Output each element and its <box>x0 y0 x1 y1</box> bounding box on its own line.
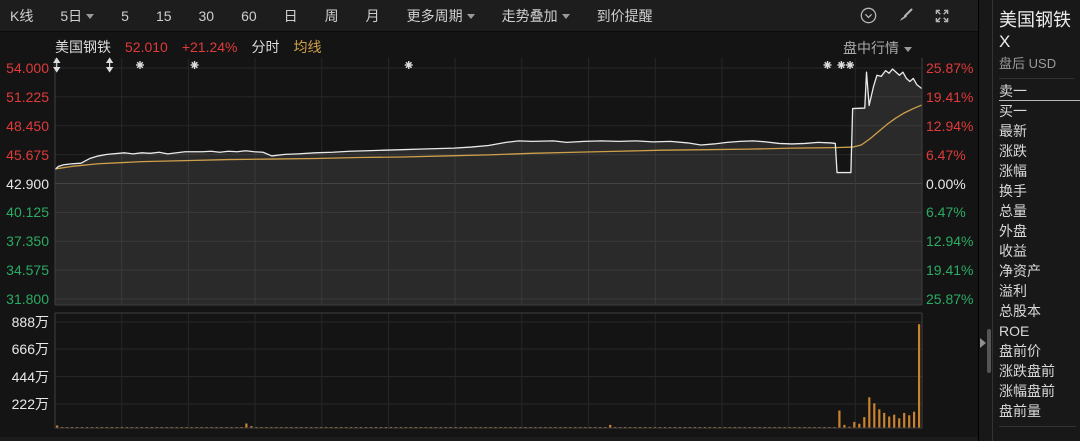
session-view-label: 盘中行情 <box>843 40 899 56</box>
quote-field-label: 外盘 <box>999 223 1027 239</box>
toolbar-item-6[interactable]: 日 <box>284 6 298 26</box>
toolbar-item-label: 走势叠加 <box>501 7 558 24</box>
quote-field-label: 卖一 <box>999 82 1027 99</box>
chevron-down-icon <box>904 46 912 52</box>
quote-field-row-13[interactable]: 盘前价 <box>999 341 1080 361</box>
session-label: 盘后 <box>999 56 1026 71</box>
toolbar-item-label: 月 <box>365 7 380 24</box>
quote-field-row-15[interactable]: 涨幅盘前 <box>999 381 1080 401</box>
sidebar-collapse-arrow-icon[interactable] <box>980 338 986 348</box>
currency-label: USD <box>1028 56 1057 71</box>
toolbar-item-label: 更多周期 <box>406 7 463 24</box>
toolbar-item-0[interactable]: K线 <box>10 6 33 26</box>
divider <box>999 426 1076 427</box>
quote-field-label: 换手 <box>999 183 1027 199</box>
period-tabs: K线 5日 5 15 30 60 日 周 月 更多周期 走势叠加 到价提醒 <box>10 6 653 26</box>
stock-trading-app: 54.000 51.225 48.450 45.675 42.900 40.125 37.3… <box>0 0 1080 441</box>
toolbar-item-9[interactable]: 更多周期 <box>407 6 475 26</box>
chevron-down-icon <box>86 14 95 19</box>
time-axis-strip <box>0 437 978 441</box>
intraday-chart-svg[interactable] <box>0 0 978 441</box>
event-updown-marker-icon[interactable] <box>105 57 114 73</box>
toolbar-item-label: 日 <box>283 7 298 24</box>
legend-last-price: 52.010 <box>125 39 168 55</box>
toolbar-item-label: 60 <box>241 7 257 24</box>
toolbar-item-3[interactable]: 15 <box>156 8 172 24</box>
sidebar-stock-name: 美国钢铁 <box>999 10 1071 30</box>
quote-field-row-4[interactable]: 涨幅 <box>999 161 1080 181</box>
toolbar-item-label: 15 <box>155 7 172 24</box>
quote-field-row-8[interactable]: 收益 <box>999 241 1080 261</box>
toolbar-item-5[interactable]: 60 <box>241 8 257 24</box>
event-star-marker-icon[interactable] <box>837 61 846 69</box>
event-star-marker-icon[interactable] <box>404 61 413 69</box>
quote-field-list: 卖一买一最新涨跌涨幅换手总量外盘收益净资产溢利总股本 ROE 盘前价涨跌盘前涨幅盘前… <box>999 81 1080 421</box>
toolbar-item-2[interactable]: 5 <box>121 8 129 24</box>
quote-field-label: 涨跌盘前 <box>999 363 1055 379</box>
quote-field-row-0[interactable]: 卖一 <box>999 81 1080 101</box>
brush-icon[interactable] <box>897 7 914 24</box>
quote-field-label: 溢利 <box>999 283 1027 299</box>
quote-field-label: 涨幅 <box>999 163 1027 179</box>
quote-field-row-3[interactable]: 涨跌 <box>999 141 1080 161</box>
chevron-down-icon <box>561 14 570 19</box>
chart-panel: 54.000 51.225 48.450 45.675 42.900 40.125 37.3… <box>0 0 978 441</box>
quote-field-row-7[interactable]: 外盘 <box>999 221 1080 241</box>
quote-field-label: 净资产 <box>999 263 1041 279</box>
quote-field-row-9[interactable]: 净资产 <box>999 261 1080 281</box>
quote-field-label: 涨幅盘前 <box>999 383 1055 399</box>
toolbar-item-label: K线 <box>10 7 34 24</box>
chart-legend: 美国钢铁 52.010 +21.24% 分时 均线 <box>55 38 322 56</box>
chevron-down-icon <box>466 14 475 19</box>
quote-field-label: ROE <box>999 323 1030 339</box>
toolbar-item-11[interactable]: 到价提醒 <box>597 6 653 26</box>
quote-field-row-1[interactable]: 买一 <box>999 101 1080 121</box>
quote-field-label: 总股本 <box>999 303 1041 319</box>
chart-toolbar: K线 5日 5 15 30 60 日 周 月 更多周期 走势叠加 到价提醒 <box>0 0 978 32</box>
fullscreen-icon[interactable] <box>934 8 950 24</box>
sidebar-scrollbar[interactable] <box>987 329 991 373</box>
toolbar-item-label: 周 <box>324 7 339 24</box>
sidebar-session-currency: 盘后 USD <box>999 55 1080 73</box>
quote-field-row-14[interactable]: 涨跌盘前 <box>999 361 1080 381</box>
toolbar-item-label: 到价提醒 <box>596 7 653 24</box>
sidebar-ticker-symbol: X <box>999 32 1011 51</box>
toolbar-item-4[interactable]: 30 <box>199 8 215 24</box>
legend-ma-label: 均线 <box>293 39 322 55</box>
quote-field-row-16[interactable]: 盘前量 <box>999 401 1080 421</box>
quote-field-row-6[interactable]: 总量 <box>999 201 1080 221</box>
event-star-marker-icon[interactable] <box>135 61 144 69</box>
legend-stock-name: 美国钢铁 <box>55 39 111 55</box>
session-view-dropdown[interactable]: 盘中行情 <box>843 38 912 58</box>
toolbar-item-7[interactable]: 周 <box>325 6 339 26</box>
notify-circle-icon[interactable] <box>860 7 877 24</box>
toolbar-item-1[interactable]: 5日 <box>60 6 95 26</box>
toolbar-item-8[interactable]: 月 <box>366 6 380 26</box>
quote-field-label: 收益 <box>999 243 1027 259</box>
quote-field-row-2[interactable]: 最新 <box>999 121 1080 141</box>
quote-field-row-10[interactable]: 溢利 <box>999 281 1080 301</box>
quote-field-label: 最新 <box>999 123 1027 139</box>
toolbar-item-label: 5日 <box>60 7 83 24</box>
quote-field-label: 总量 <box>999 203 1027 219</box>
divider <box>999 78 1074 79</box>
quote-field-label: 买一 <box>999 103 1027 119</box>
toolbar-item-label: 5 <box>121 7 129 24</box>
quote-field-row-5[interactable]: 换手 <box>999 181 1080 201</box>
quote-field-row-12[interactable]: ROE <box>999 321 1080 341</box>
toolbar-item-10[interactable]: 走势叠加 <box>502 6 570 26</box>
legend-mode-label: 分时 <box>251 39 280 55</box>
legend-change-percent: +21.24% <box>181 39 238 55</box>
quote-field-label: 盘前价 <box>999 343 1041 359</box>
quote-sidebar: 美国钢铁 X 盘后 USD 卖一买一最新涨跌涨幅换手总量外盘收益净资产溢利总股本… <box>978 0 1080 441</box>
toolbar-item-label: 30 <box>198 7 215 24</box>
quote-field-row-11[interactable]: 总股本 <box>999 301 1080 321</box>
quote-field-label: 盘前量 <box>999 403 1041 419</box>
quote-sidebar-content: 美国钢铁 X 盘后 USD 卖一买一最新涨跌涨幅换手总量外盘收益净资产溢利总股本… <box>992 0 1080 441</box>
toolbar-icons <box>860 7 968 24</box>
quote-field-label: 涨跌 <box>999 143 1027 159</box>
event-star-marker-icon[interactable] <box>846 61 855 69</box>
event-star-marker-icon[interactable] <box>823 61 832 69</box>
